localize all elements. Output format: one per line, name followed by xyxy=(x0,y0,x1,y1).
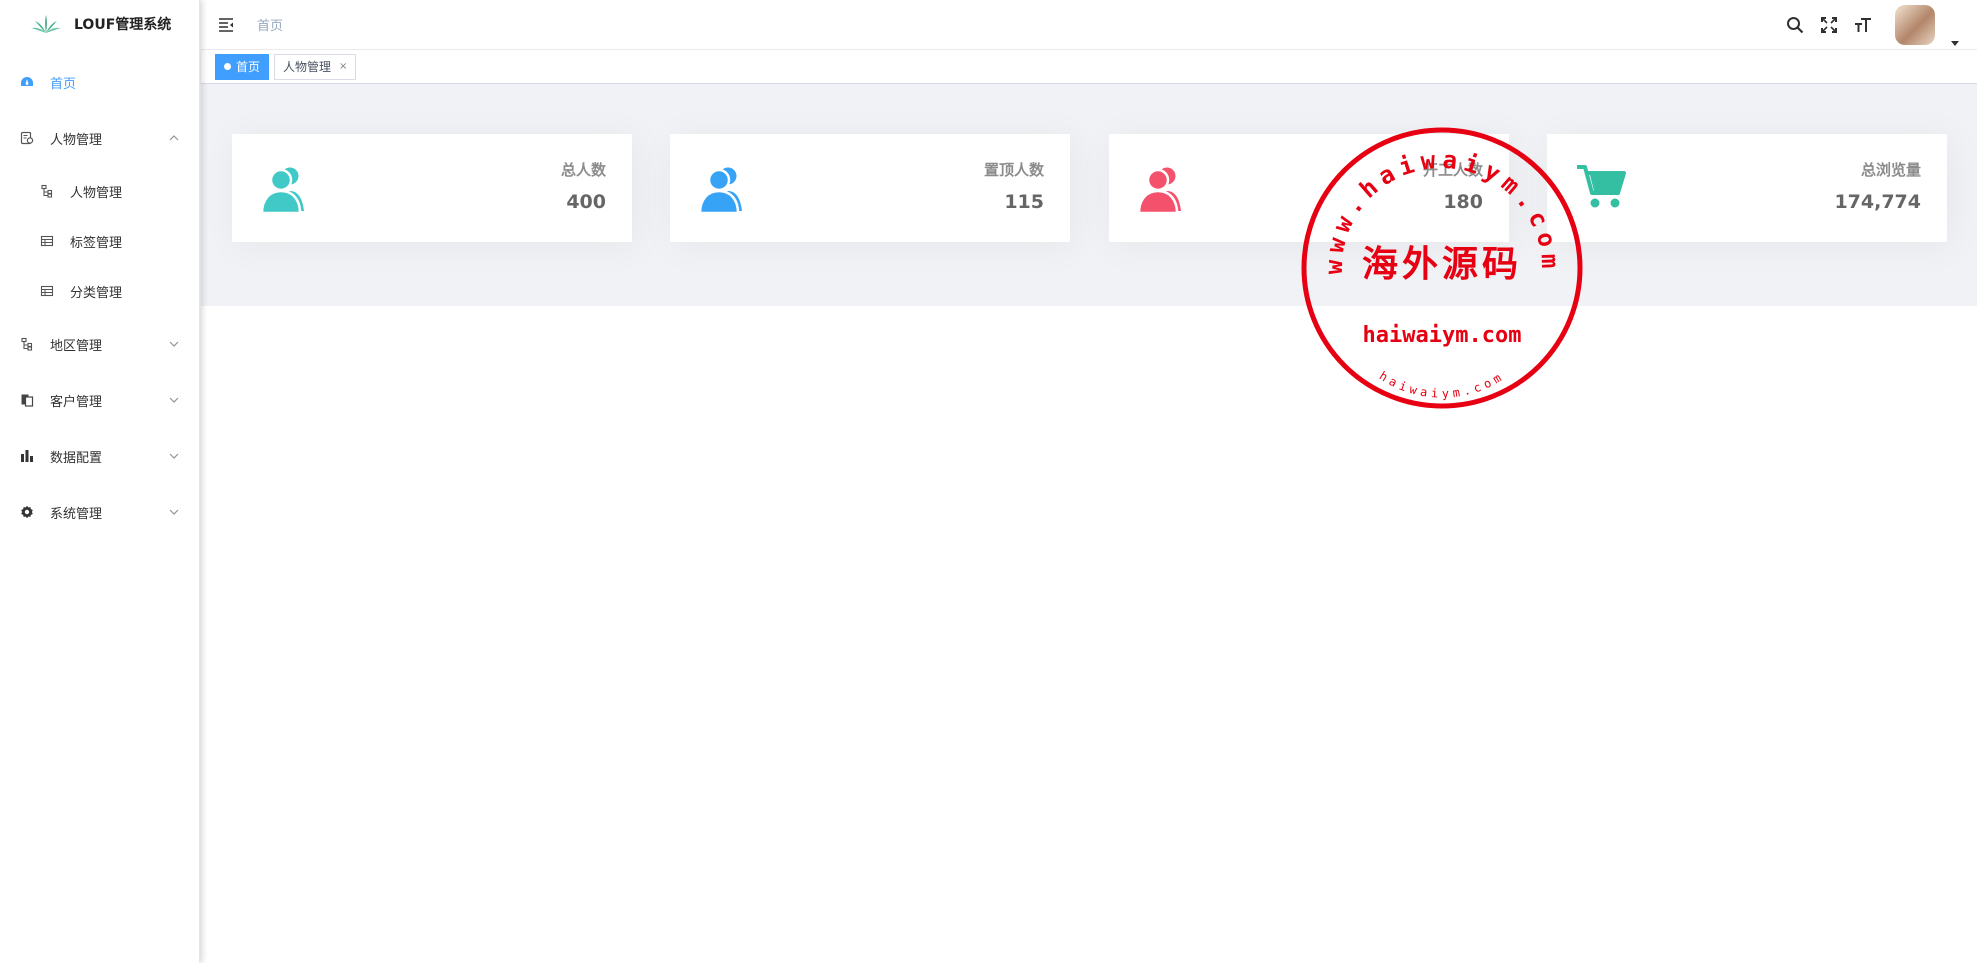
sidebar-item-label: 地区管理 xyxy=(50,338,103,354)
panel-pinned-people[interactable]: 置顶人数 115 xyxy=(670,134,1070,242)
sidebar-item-label: 系统管理 xyxy=(50,506,103,522)
panel-value: 400 xyxy=(566,191,606,213)
panel-value: 174,774 xyxy=(1834,191,1921,213)
people-icon xyxy=(1137,161,1189,215)
panel-label: 置顶人数 xyxy=(983,161,1044,179)
sidebar-item-system[interactable]: 系统管理 xyxy=(0,484,199,540)
panel-meta: 总人数 400 xyxy=(561,160,606,214)
navbar-right xyxy=(1785,0,1959,50)
active-dot xyxy=(224,63,231,70)
panel-label: 总浏览量 xyxy=(1860,161,1921,179)
navbar: 首页 xyxy=(201,0,1977,50)
close-icon[interactable]: × xyxy=(339,55,347,79)
panel-meta: 总浏览量 174,774 xyxy=(1834,160,1921,214)
chevron-down-icon xyxy=(169,506,179,515)
tag-home[interactable]: 首页 xyxy=(215,53,270,80)
tree-icon xyxy=(20,337,34,351)
sidebar-menu: 首页 人物管理 人物管理 标签管理 分类管理 地区管理 客户管理 数据配置 系统… xyxy=(0,54,199,540)
sidebar-item-region[interactable]: 地区管理 xyxy=(0,316,199,372)
panel-total-views[interactable]: 总浏览量 174,774 xyxy=(1547,134,1947,242)
app-title: LOUF管理系统 xyxy=(74,17,172,33)
sidebar-item-data-config[interactable]: 数据配置 xyxy=(0,428,199,484)
tag-people-manage[interactable]: 人物管理 × xyxy=(274,53,357,80)
avatar[interactable] xyxy=(1895,5,1935,45)
panel-group: 总人数 400 置顶人数 115 开工人数 180 总浏览量 174,774 xyxy=(201,84,1977,306)
chevron-down-icon xyxy=(169,394,179,403)
panel-value: 115 xyxy=(1004,191,1044,213)
people-manage-icon xyxy=(20,131,34,145)
sidebar-subitem-category[interactable]: 分类管理 xyxy=(0,266,199,316)
sidebar: LOUF管理系统 首页 人物管理 人物管理 标签管理 分类管理 地区管理 客户管… xyxy=(0,0,200,963)
sidebar-subitem-label: 标签管理 xyxy=(70,235,123,251)
sidebar-item-label: 人物管理 xyxy=(50,132,103,148)
bar-chart-icon xyxy=(20,449,34,463)
caret-down-icon[interactable] xyxy=(1951,32,1959,46)
tag-label: 首页 xyxy=(236,59,261,74)
people-icon xyxy=(698,161,750,215)
sidebar-item-home[interactable]: 首页 xyxy=(0,54,199,110)
panel-label: 总人数 xyxy=(560,161,606,179)
panel-total-people[interactable]: 总人数 400 xyxy=(232,134,632,242)
sidebar-subitem-people[interactable]: 人物管理 xyxy=(0,166,199,216)
dashboard-icon xyxy=(20,75,34,89)
sidebar-item-label: 首页 xyxy=(50,76,77,92)
sidebar-item-customer[interactable]: 客户管理 xyxy=(0,372,199,428)
tree-icon xyxy=(40,184,54,198)
table-icon xyxy=(40,284,54,298)
breadcrumb[interactable]: 首页 xyxy=(257,15,283,34)
sidebar-item-label: 客户管理 xyxy=(50,394,103,410)
documents-icon xyxy=(20,393,34,407)
sidebar-item-label: 数据配置 xyxy=(50,450,103,466)
stamp-center: 海外源码 xyxy=(1362,243,1522,285)
font-size-icon[interactable] xyxy=(1853,15,1873,35)
table-icon xyxy=(40,234,54,248)
tags-view: 首页 人物管理 × xyxy=(201,50,1977,84)
search-icon[interactable] xyxy=(1785,15,1805,35)
stamp-middle: haiwaiym.com xyxy=(1363,323,1522,348)
hamburger-icon[interactable] xyxy=(217,16,235,34)
tag-label: 人物管理 xyxy=(283,59,332,74)
chevron-down-icon xyxy=(169,338,179,347)
gear-icon xyxy=(20,505,34,519)
sidebar-subitem-label: 分类管理 xyxy=(70,285,123,301)
logo-icon xyxy=(31,15,61,33)
sidebar-subitem-tags[interactable]: 标签管理 xyxy=(0,216,199,266)
panel-meta: 置顶人数 115 xyxy=(984,160,1044,214)
sidebar-item-people[interactable]: 人物管理 xyxy=(0,110,199,166)
watermark-stamp: www.haiwaiym.com 海外源码 haiwaiym.com haiwa… xyxy=(1301,127,1583,409)
chevron-up-icon xyxy=(169,132,179,141)
chevron-down-icon xyxy=(169,450,179,459)
people-icon xyxy=(260,161,312,215)
sidebar-subitem-label: 人物管理 xyxy=(70,185,123,201)
fullscreen-icon[interactable] xyxy=(1819,15,1839,35)
logo[interactable]: LOUF管理系统 xyxy=(0,0,199,48)
